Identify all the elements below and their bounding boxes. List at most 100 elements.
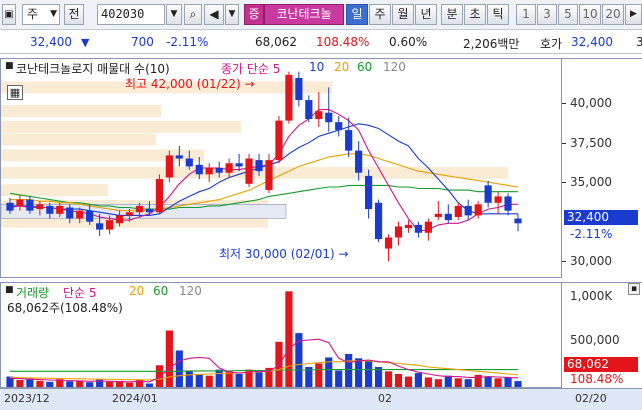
prev-button[interactable]: 전 [64,4,84,25]
price-tick-mark [562,261,566,263]
candle-body [285,74,293,121]
volume-profile-bar [1,133,156,146]
volume-bar [355,358,363,387]
volume-bar [394,373,403,387]
volume-bar [155,365,163,387]
volume-bar [125,382,134,387]
volume-bar [424,377,432,387]
volume-bar [484,376,492,387]
interval-1-button[interactable]: 1 [516,4,536,25]
candle-body [504,196,512,211]
interval-5-button[interactable]: 5 [558,4,578,25]
speaker-icon[interactable]: ◀ [204,4,224,25]
market-type-select[interactable]: 주 ▼ [22,4,60,25]
interval-10-button[interactable]: 10 [579,4,601,25]
date-tick-02-20: 02/20 [575,392,607,405]
candle-body [434,213,442,217]
stock-code-input[interactable]: 402030 [97,4,165,25]
volume-bar [165,330,173,387]
ma60-legend: 60 [357,60,373,74]
candle-body [345,130,353,151]
volume-bar [86,382,94,387]
price-tick: 35,000 [570,175,612,190]
candle-body [374,202,383,240]
code-dropdown-icon[interactable]: ▼ [166,4,182,25]
pane-square-icon: ■ [5,61,14,71]
period-year-button[interactable]: 년 [415,4,437,25]
price-tick: 37,500 [570,135,612,150]
price-tick-mark [562,103,566,105]
highlight-button[interactable]: 증 [244,4,264,25]
candle-body [225,163,233,173]
period-month-button[interactable]: 월 [392,4,414,25]
interval-20-button[interactable]: 20 [602,4,624,25]
price-tick: 30,000 [570,254,612,269]
search-icon[interactable]: ⌕ [184,4,202,25]
low-price-note: 최저 30,000 (02/01) → [219,247,349,261]
price-chart-pane[interactable]: ■ 코난테크놀로지 매물대 수(10) 종가 단순 5 10 20 60 120… [0,58,562,278]
candle-body [474,204,482,216]
candle-body [165,155,173,178]
vol-tick-1000k: 1,000K [570,289,613,303]
toolbar: ▣ 주 ▼ 전 402030 ▼ ⌕ ◀ ▼ 증 코난테크놀 일 주 월 년 분… [0,0,642,30]
volume-bar [504,377,512,387]
speaker-dropdown-icon[interactable]: ▼ [225,4,239,25]
volume-bar [255,372,263,387]
stock-search-icon[interactable]: ▣ [2,4,16,25]
stock-name-button[interactable]: 코난테크놀 [264,4,344,25]
price-tick-mark [562,142,566,144]
interval-3-button[interactable]: 3 [537,4,557,25]
candle-body [444,213,452,221]
candle-body [464,205,472,216]
candle-body [215,168,223,173]
candle-body [414,224,422,233]
candle-body [454,205,462,217]
candle-body [384,237,393,249]
candle-body [175,155,183,159]
candle-body [325,112,333,123]
pane-square-icon: ■ [5,285,14,295]
candle-body [6,202,14,211]
quote-label: 호가 [540,37,563,51]
last-price-tag: 32,400 [564,210,638,225]
volume-chart-pane[interactable]: ■ 거래량 단순 5 20 60 120 68,062주(108.48%) [0,282,562,388]
candle-body [245,158,253,184]
volume-bar [46,381,54,387]
candle-body [76,210,84,219]
trade-amount: 2,206백만 [463,37,520,51]
period-minute-button[interactable]: 분 [441,4,463,25]
volume-profile-bar [1,105,162,118]
candle-body [56,205,64,214]
period-day-button[interactable]: 일 [346,4,368,25]
volume-bar [335,370,343,387]
current-price: 32,400 [30,35,72,49]
chevron-down-icon[interactable]: ▼ [50,5,57,24]
period-second-button[interactable]: 초 [464,4,486,25]
volume-bar [494,378,502,387]
candle-body [255,160,263,172]
volume-bar [514,381,522,387]
volume-bar [365,360,373,387]
price-summary-row: 32,400 ▼ 700 -2.11% 68,062 108.48% 0.60%… [0,30,642,54]
period-tick-button[interactable]: 틱 [487,4,509,25]
volume-bar [175,350,183,387]
candle-body [96,223,104,230]
candle-body [106,220,114,230]
volume-bar [315,363,323,387]
candle-body [295,77,303,101]
candle-body [185,158,193,167]
candle-body [195,164,203,175]
grid-table-icon[interactable]: ▦ [7,85,23,100]
candle-body [424,221,432,233]
period-week-button[interactable]: 주 [369,4,391,25]
candle-body [335,122,343,131]
volume-bar [205,375,213,387]
candle-body [275,120,283,161]
last-ratio-tag: 108.48% [570,372,624,386]
more-intervals-icon[interactable]: ▶ [625,4,642,25]
vol-ma60-legend: 60 [153,284,169,298]
ma20-legend: 20 [334,60,350,74]
down-arrow-icon: ▼ [81,36,90,49]
volume-bar [345,353,353,387]
pane-toggle-icon[interactable]: ▪ [628,283,640,295]
